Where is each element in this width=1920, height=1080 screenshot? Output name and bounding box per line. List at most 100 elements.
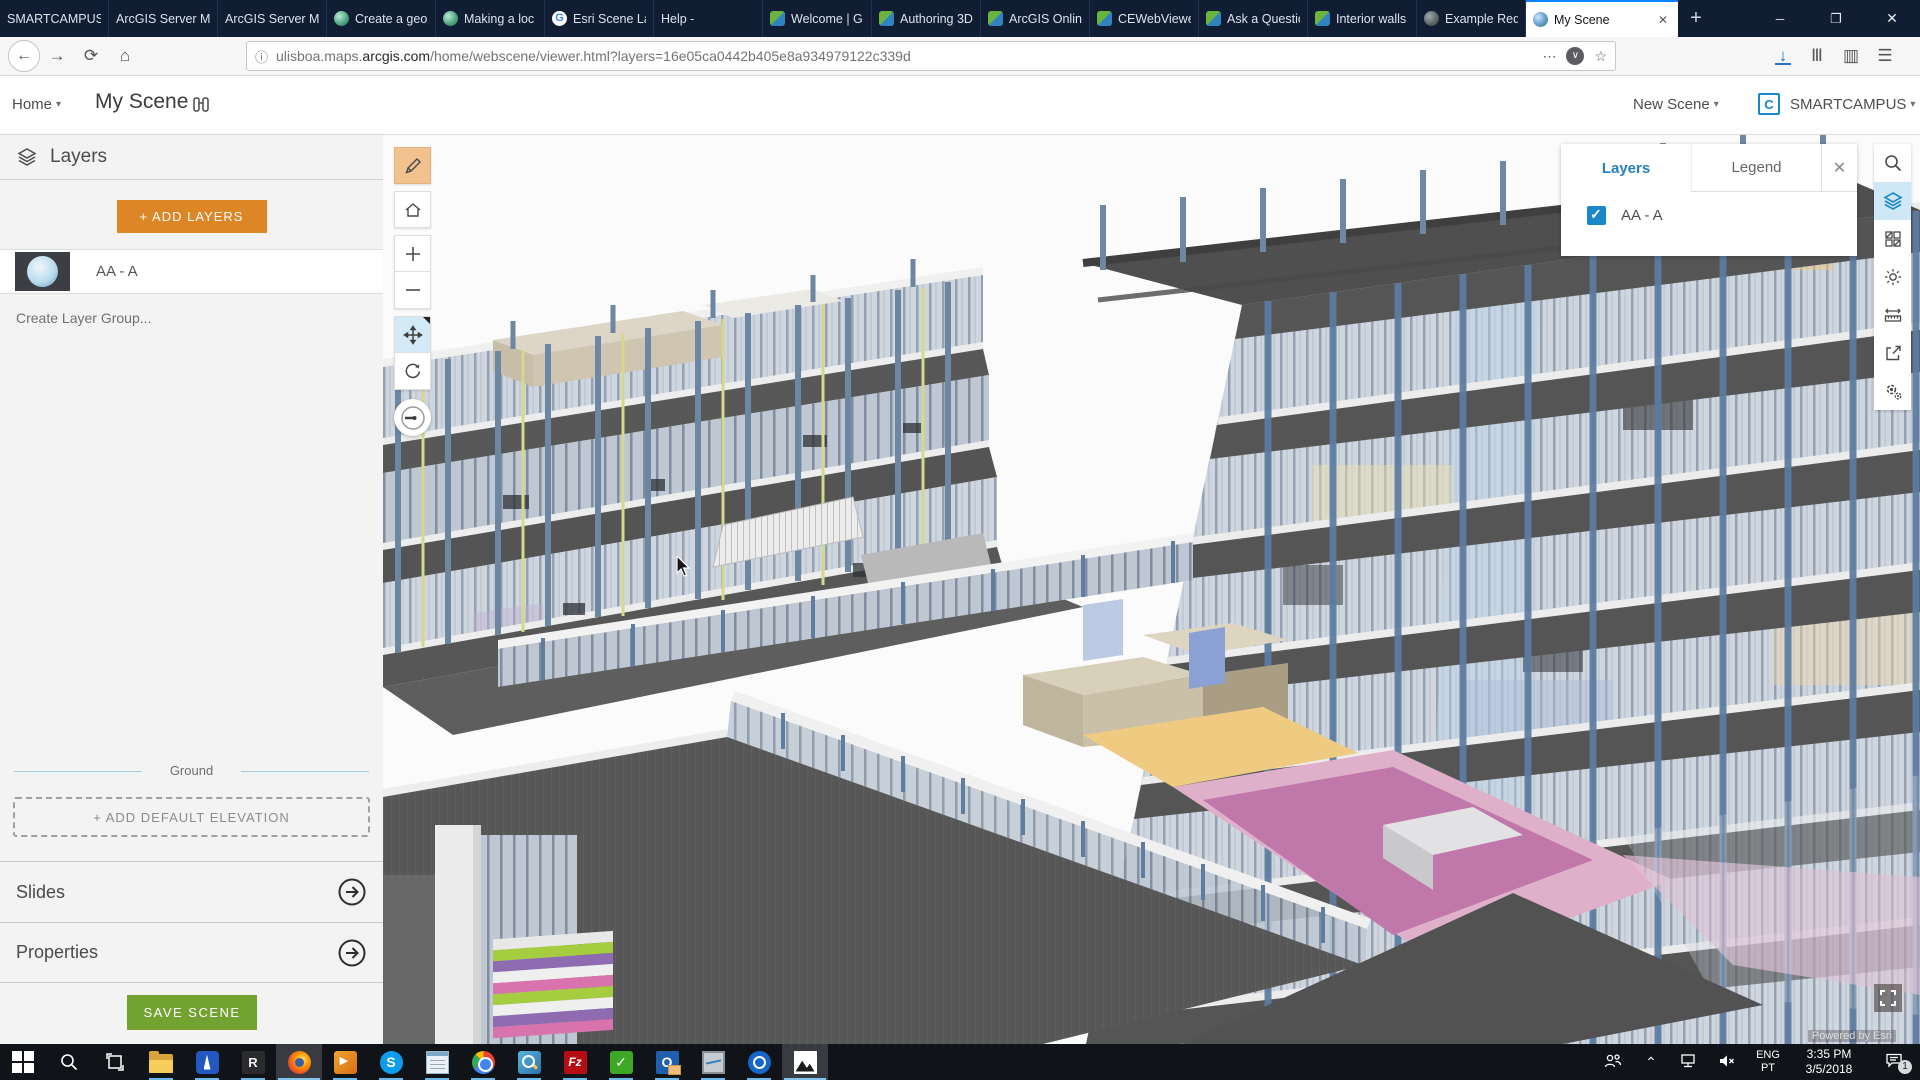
add-default-elevation-button[interactable]: + ADD DEFAULT ELEVATION	[13, 797, 370, 837]
forward-button[interactable]: →	[40, 46, 74, 66]
downloads-icon[interactable]: ↓	[1766, 46, 1800, 66]
taskbar-file-explorer[interactable]	[138, 1044, 184, 1080]
people-icon[interactable]	[1594, 1053, 1632, 1072]
tab-authoring-3d[interactable]: Authoring 3D	[872, 0, 981, 37]
taskbar-skype[interactable]	[368, 1044, 414, 1080]
tab-example-red[interactable]: Example Redl	[1417, 0, 1526, 37]
layers-button[interactable]	[1874, 182, 1911, 220]
taskbar-filezilla[interactable]	[552, 1044, 598, 1080]
taskbar-firefox[interactable]	[276, 1044, 322, 1080]
fullscreen-icon	[1879, 989, 1897, 1007]
zoom-in-button[interactable]	[394, 235, 431, 272]
site-info-icon[interactable]: ⓘ	[255, 47, 268, 66]
basemap-button[interactable]	[1874, 220, 1911, 258]
panel-close-icon[interactable]	[1821, 144, 1857, 192]
bookmark-star-icon[interactable]: ☆	[1594, 48, 1607, 65]
tab-smartcampus[interactable]: SMARTCAMPUS -	[0, 0, 109, 37]
url-text[interactable]: ulisboa.maps.arcgis.com/home/webscene/vi…	[276, 48, 1532, 64]
daylight-button[interactable]	[1874, 258, 1911, 296]
layer-list-item[interactable]: AA - A	[0, 249, 383, 294]
sidebar-toggle-icon[interactable]: ▥	[1834, 46, 1868, 66]
arrow-right-circle-icon[interactable]	[337, 938, 367, 968]
pocket-icon[interactable]	[1566, 47, 1584, 65]
menu-hamburger-icon[interactable]: ☰	[1868, 46, 1902, 66]
save-scene-button[interactable]: SAVE SCENE	[127, 995, 257, 1030]
library-icon[interactable]: Ⅲ	[1800, 46, 1834, 66]
url-path: /home/webscene/viewer.html?layers=16e05c…	[430, 48, 911, 64]
tab-arcgis-server-2[interactable]: ArcGIS Server Ma	[218, 0, 327, 37]
taskbar-green-check-app[interactable]	[598, 1044, 644, 1080]
tab-my-scene-active[interactable]: My Scene	[1526, 0, 1678, 37]
zoom-out-button[interactable]	[394, 272, 431, 309]
tab-welcome[interactable]: Welcome | G	[763, 0, 872, 37]
slides-row[interactable]: Slides	[0, 861, 383, 922]
tab-layers[interactable]: Layers	[1561, 144, 1691, 192]
taskbar-blue-shield-app[interactable]	[736, 1044, 782, 1080]
window-close-button[interactable]	[1864, 0, 1920, 37]
fullscreen-button[interactable]	[1874, 984, 1902, 1012]
rotate-mode-button[interactable]	[394, 353, 431, 390]
back-button[interactable]: ←	[8, 40, 40, 72]
pencil-icon	[403, 156, 423, 176]
arrow-right-circle-icon[interactable]	[337, 877, 367, 907]
reload-button[interactable]: ⟳	[74, 46, 108, 66]
binoculars-icon[interactable]	[190, 94, 212, 121]
create-layer-group-link[interactable]: Create Layer Group...	[16, 310, 383, 326]
layer-checkbox[interactable]	[1587, 206, 1606, 225]
task-view-button[interactable]	[92, 1044, 138, 1080]
volume-muted-icon[interactable]	[1708, 1053, 1746, 1072]
taskbar-chrome[interactable]	[460, 1044, 506, 1080]
add-layers-button[interactable]: + ADD LAYERS	[117, 200, 267, 233]
settings-button[interactable]	[1874, 372, 1911, 410]
taskbar-map-viewer[interactable]	[506, 1044, 552, 1080]
start-button[interactable]	[0, 1044, 46, 1080]
edit-pencil-button[interactable]	[394, 147, 431, 184]
scene-viewport[interactable]: Layers Legend AA - A	[383, 135, 1920, 1044]
account-avatar[interactable]: C	[1758, 93, 1780, 115]
clock[interactable]: 3:35 PM 3/5/2018	[1790, 1047, 1868, 1077]
share-button[interactable]	[1874, 334, 1911, 372]
measure-button[interactable]	[1874, 296, 1911, 334]
account-menu[interactable]: SMARTCAMPUS	[1790, 96, 1915, 113]
new-scene-menu[interactable]: New Scene	[1633, 96, 1719, 113]
page-actions-icon[interactable]: ⋯	[1542, 48, 1556, 65]
scene-globe-favicon-icon	[1533, 12, 1548, 27]
properties-row[interactable]: Properties	[0, 922, 383, 983]
network-icon[interactable]	[1670, 1053, 1708, 1072]
tab-cewebviewer[interactable]: CEWebViewe	[1090, 0, 1199, 37]
search-button[interactable]	[1874, 144, 1911, 182]
taskbar-blue-badge-app[interactable]	[184, 1044, 230, 1080]
tab-arcgis-online[interactable]: ArcGIS Onlin	[981, 0, 1090, 37]
tab-legend[interactable]: Legend	[1691, 144, 1821, 192]
taskbar-media-player[interactable]	[322, 1044, 368, 1080]
home-menu[interactable]: Home	[12, 96, 61, 113]
window-minimize-button[interactable]	[1752, 0, 1808, 37]
taskbar-system-monitor[interactable]	[690, 1044, 736, 1080]
action-center-button[interactable]: 1	[1868, 1052, 1920, 1072]
new-tab-button[interactable]	[1678, 0, 1714, 37]
tab-help[interactable]: Help -	[654, 0, 763, 37]
taskbar-mremote-app[interactable]	[230, 1044, 276, 1080]
tab-close-icon[interactable]	[1655, 13, 1671, 27]
tab-interior-walls[interactable]: Interior walls	[1308, 0, 1417, 37]
taskbar-photos[interactable]	[782, 1044, 828, 1080]
initial-view-home-button[interactable]	[394, 191, 431, 228]
taskbar-search-button[interactable]	[46, 1044, 92, 1080]
hidden-icons-chevron-icon[interactable]: ⌃	[1632, 1054, 1670, 1071]
tab-ask-a-question[interactable]: Ask a Questio	[1199, 0, 1308, 37]
tab-arcgis-server-1[interactable]: ArcGIS Server Ma	[109, 0, 218, 37]
layers-icon	[1882, 190, 1904, 212]
address-bar[interactable]: ⓘ ulisboa.maps.arcgis.com/home/webscene/…	[246, 41, 1616, 71]
pan-mode-button[interactable]	[394, 316, 431, 353]
window-restore-button[interactable]	[1808, 0, 1864, 37]
tab-making-a-loc[interactable]: Making a loc	[436, 0, 545, 37]
tab-create-a-geo[interactable]: Create a geo	[327, 0, 436, 37]
language-indicator[interactable]: ENG PT	[1746, 1049, 1790, 1075]
compass-button[interactable]	[394, 399, 431, 436]
tab-title: Ask a Questio	[1227, 12, 1300, 26]
tab-esri-scene[interactable]: Esri Scene La	[545, 0, 654, 37]
taskbar-notepad[interactable]	[414, 1044, 460, 1080]
taskbar-outlook[interactable]	[644, 1044, 690, 1080]
scene-3d-view[interactable]	[383, 135, 1920, 1044]
home-button[interactable]: ⌂	[108, 46, 142, 66]
